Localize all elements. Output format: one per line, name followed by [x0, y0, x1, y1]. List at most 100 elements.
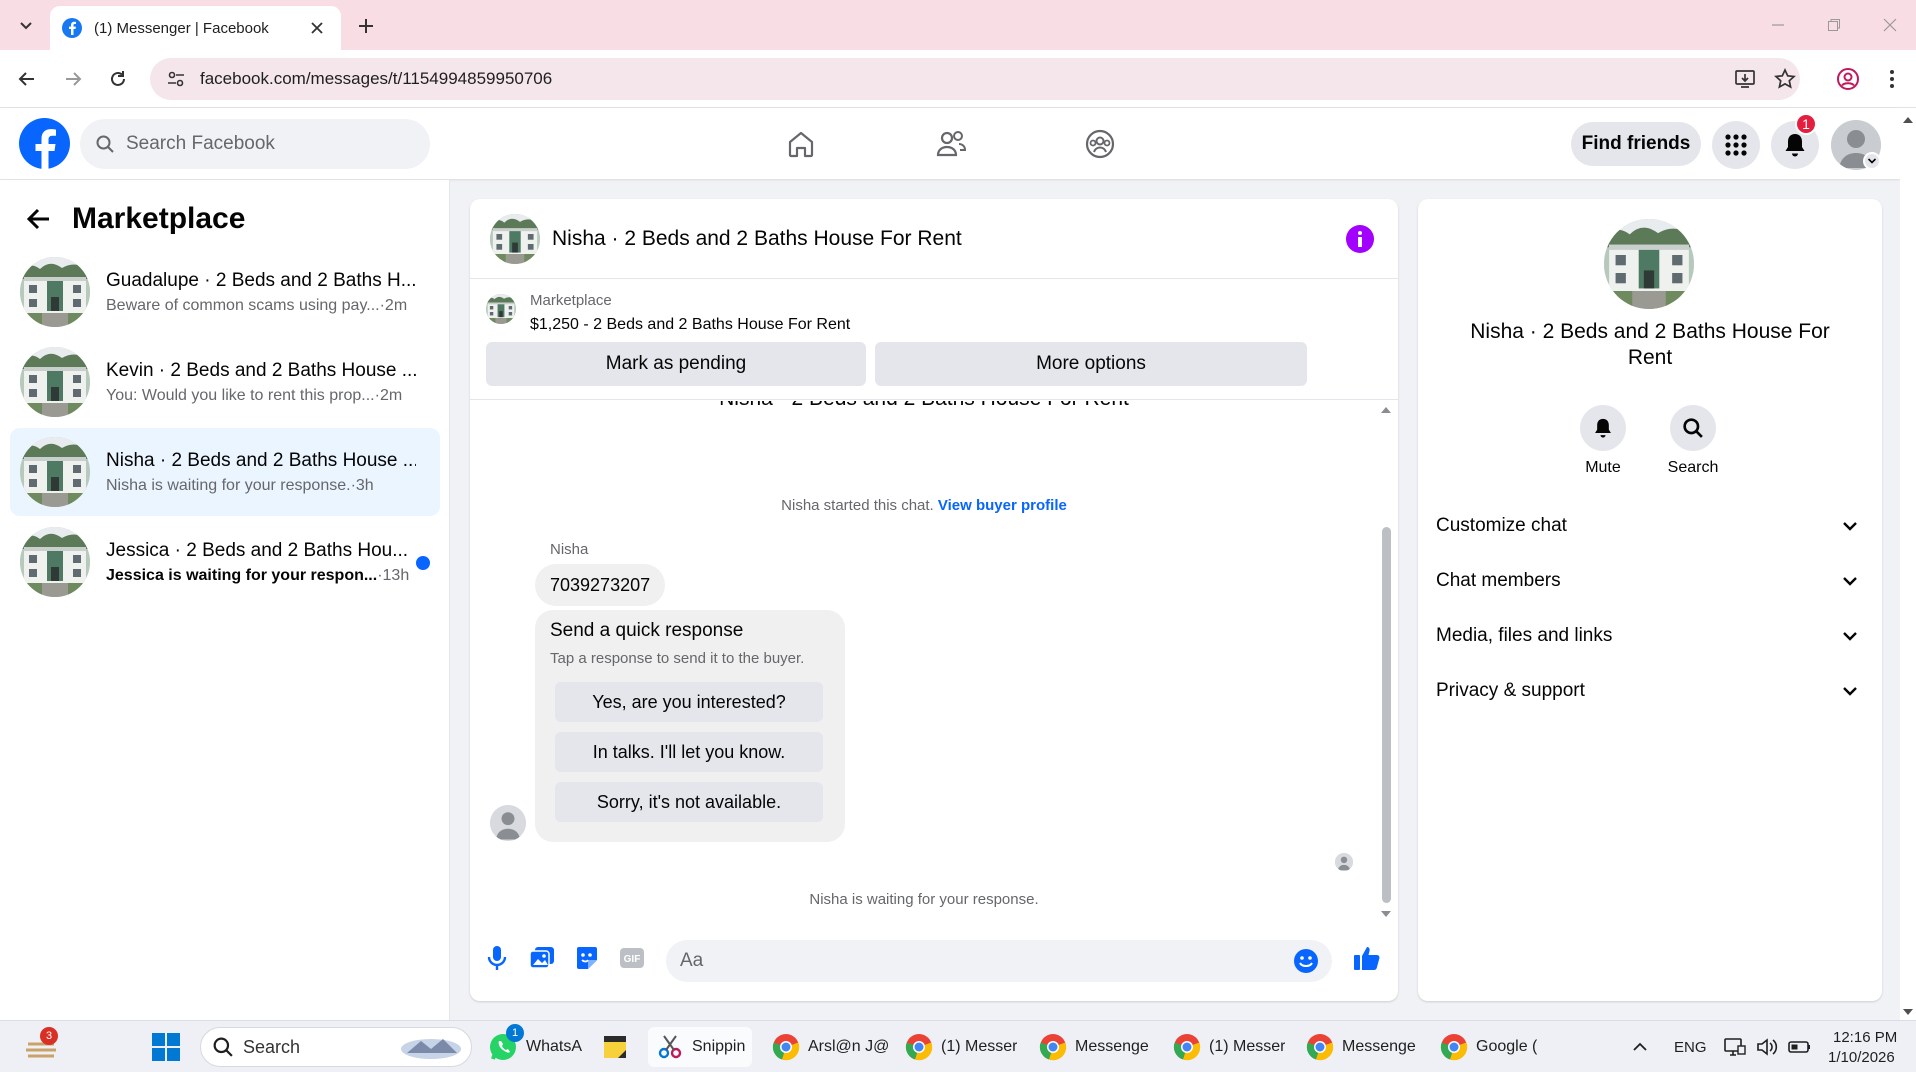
address-bar[interactable]: facebook.com/messages/t/1154994859950706 — [150, 58, 1800, 100]
account-menu-caret[interactable] — [1863, 152, 1881, 170]
page-scrollbar[interactable] — [1900, 108, 1916, 1020]
clock-date[interactable]: 1/10/2026 — [1828, 1049, 1895, 1066]
tab-close-icon[interactable] — [305, 16, 329, 40]
show-hidden-icons-button[interactable] — [1632, 1027, 1648, 1067]
more-options-button[interactable]: More options — [875, 342, 1307, 386]
close-window-button[interactable] — [1872, 10, 1908, 40]
sticker-button[interactable] — [572, 943, 602, 973]
clock-time[interactable]: 12:16 PM — [1833, 1029, 1897, 1046]
taskbar-chrome-window[interactable]: Arsl@n J@ — [772, 1027, 889, 1067]
network-icon[interactable] — [1724, 1027, 1746, 1067]
taskbar-chrome-window[interactable]: Google ( — [1440, 1027, 1537, 1067]
back-arrow-icon[interactable] — [24, 204, 54, 234]
site-info-icon[interactable] — [156, 69, 196, 89]
customize-chat-section[interactable]: Customize chat — [1436, 506, 1864, 546]
mute-action[interactable]: Mute — [1568, 405, 1638, 477]
conversation-item[interactable]: Jessica · 2 Beds and 2 Baths Hou... Jessi… — [10, 518, 440, 606]
chat-scrollbar[interactable] — [1378, 401, 1394, 921]
conversation-item[interactable]: Guadalupe · 2 Beds and 2 Baths H... Bewar… — [10, 248, 440, 336]
conversation-preview: You: Would you like to rent this prop...… — [106, 387, 416, 405]
start-button[interactable] — [151, 1027, 181, 1067]
minimize-button[interactable] — [1760, 10, 1796, 40]
bookmark-star-button[interactable] — [1770, 64, 1800, 94]
privacy-support-section[interactable]: Privacy & support — [1436, 671, 1864, 711]
attach-photo-button[interactable] — [527, 943, 557, 973]
taskbar-chrome-window[interactable]: (1) Messer — [1173, 1027, 1285, 1067]
view-buyer-profile-link[interactable]: View buyer profile — [938, 497, 1067, 514]
sender-name: Nisha — [550, 541, 589, 558]
quick-response-subtitle: Tap a response to send it to the buyer. — [550, 650, 805, 667]
listing-thumbnail-small[interactable] — [486, 294, 516, 324]
forward-button[interactable] — [58, 64, 88, 94]
voice-clip-button[interactable] — [482, 943, 512, 973]
tab-search-dropdown[interactable] — [10, 10, 42, 40]
listing-thumbnail[interactable] — [490, 213, 540, 264]
message-input-box[interactable] — [666, 940, 1332, 982]
new-tab-button[interactable] — [352, 12, 380, 40]
incoming-message-bubble[interactable]: 7039273207 — [535, 564, 666, 606]
listing-photo[interactable] — [1604, 219, 1694, 309]
conversation-text: Jessica · 2 Beds and 2 Baths Hou... Jessi… — [106, 540, 416, 585]
back-button[interactable] — [12, 64, 42, 94]
conversation-item[interactable]: Nisha · 2 Beds and 2 Baths House ... Nish… — [10, 428, 440, 516]
reload-button[interactable] — [103, 64, 133, 94]
quick-response-card: Send a quick response Tap a response to … — [535, 610, 845, 842]
taskbar-chrome-window[interactable]: (1) Messer — [905, 1027, 1017, 1067]
profile-icon — [1837, 68, 1859, 90]
nav-groups[interactable] — [1070, 120, 1130, 168]
chevron-down-icon — [1843, 632, 1857, 641]
message-input[interactable] — [680, 950, 1280, 972]
conversation-item[interactable]: Kevin · 2 Beds and 2 Baths House ... You:… — [10, 338, 440, 426]
find-friends-button[interactable]: Find friends — [1571, 122, 1701, 166]
facebook-search-input[interactable] — [126, 133, 396, 155]
chrome-icon — [1173, 1033, 1201, 1061]
scrollbar-thumb[interactable] — [1382, 527, 1391, 903]
battery-icon[interactable] — [1788, 1027, 1812, 1067]
quick-response-button[interactable]: In talks. I'll let you know. — [555, 732, 823, 772]
preview-time: ·2m — [374, 386, 403, 404]
chrome-profile-button[interactable] — [1833, 64, 1863, 94]
listing-price-title[interactable]: $1,250 - 2 Beds and 2 Baths House For Re… — [530, 316, 850, 334]
taskbar-whatsapp[interactable]: WhatsA — [488, 1027, 582, 1067]
default-avatar-icon — [1335, 853, 1353, 871]
chat-members-section[interactable]: Chat members — [1436, 561, 1864, 601]
search-highlight-icon — [401, 1039, 461, 1059]
emoji-icon[interactable] — [1292, 947, 1320, 975]
restore-button[interactable] — [1816, 10, 1852, 40]
media-files-links-section[interactable]: Media, files and links — [1436, 616, 1864, 656]
info-panel-title: Nisha · 2 Beds and 2 Baths House For Ren… — [1470, 320, 1830, 369]
input-language[interactable]: ENG — [1674, 1039, 1707, 1056]
taskbar-chrome-window[interactable]: Messenge — [1306, 1027, 1416, 1067]
quick-response-button[interactable]: Yes, are you interested? — [555, 682, 823, 722]
install-app-button[interactable] — [1730, 64, 1760, 94]
facebook-logo-icon[interactable] — [19, 118, 70, 169]
facebook-top-nav: Find friends 1 — [0, 108, 1900, 179]
send-like-button[interactable] — [1352, 943, 1382, 973]
mute-button[interactable] — [1580, 405, 1626, 451]
mark-as-pending-button[interactable]: Mark as pending — [486, 342, 866, 386]
conversation-info-button[interactable] — [1346, 225, 1374, 253]
facebook-search-box[interactable] — [80, 119, 430, 169]
sender-avatar[interactable] — [490, 805, 526, 841]
search-action[interactable]: Search — [1658, 405, 1728, 477]
quick-response-title: Send a quick response — [550, 620, 744, 641]
conversation-text: Nisha · 2 Beds and 2 Baths House ... Nish… — [106, 450, 416, 495]
quick-response-button[interactable]: Sorry, it's not available. — [555, 782, 823, 822]
taskbar-chrome-window[interactable]: Messenge — [1039, 1027, 1149, 1067]
nav-friends[interactable] — [921, 120, 981, 168]
browser-tab-messenger[interactable]: (1) Messenger | Facebook — [50, 6, 341, 50]
browser-toolbar: facebook.com/messages/t/1154994859950706 — [0, 50, 1916, 108]
taskbar-snipping-tool[interactable]: Snippin — [656, 1027, 745, 1067]
taskbar-search[interactable]: Search — [200, 1027, 472, 1067]
chat-started-notice: Nisha started this chat. View buyer prof… — [470, 497, 1378, 514]
nav-home[interactable] — [771, 120, 831, 168]
menu-button[interactable] — [1712, 121, 1760, 169]
gif-button[interactable]: GIF — [617, 943, 647, 973]
mute-label: Mute — [1585, 459, 1621, 476]
search-in-chat-button[interactable] — [1670, 405, 1716, 451]
chat-title[interactable]: Nisha · 2 Beds and 2 Baths House For Ren… — [552, 227, 962, 251]
thumbs-up-icon — [1354, 947, 1380, 970]
volume-icon[interactable] — [1756, 1027, 1778, 1067]
chrome-menu-button[interactable] — [1877, 64, 1907, 94]
taskbar-sticky-notes[interactable] — [602, 1027, 628, 1067]
